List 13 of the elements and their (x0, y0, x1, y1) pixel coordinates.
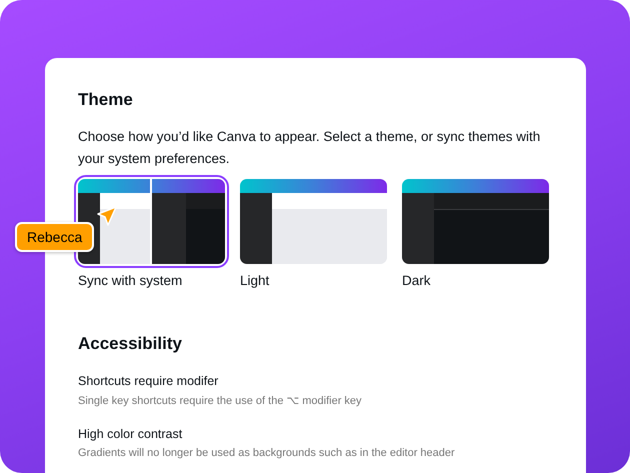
collaborator-name-tag: Rebecca (15, 222, 94, 252)
setting-title: High color contrast (78, 427, 184, 441)
theme-option-label: Sync with system (78, 273, 184, 288)
theme-option[interactable] (240, 179, 387, 264)
theme-option-label: Light (240, 273, 270, 288)
setting-title: Shortcuts require modifer (78, 374, 220, 388)
section-title: Theme (78, 90, 134, 110)
theme-option-label: Dark (402, 273, 432, 288)
setting-description: Gradients will no longer be used as backgrounds such as in the editor header (78, 447, 456, 459)
section-title: Accessibility (78, 334, 183, 354)
section-description: Choose how you’d like Canva to appear. Select a theme, or sync themes with your system preferences. (78, 128, 542, 168)
setting-description: Single key shortcuts require the use of the ⌥ modifier key (78, 394, 363, 407)
theme-option[interactable] (402, 179, 549, 264)
